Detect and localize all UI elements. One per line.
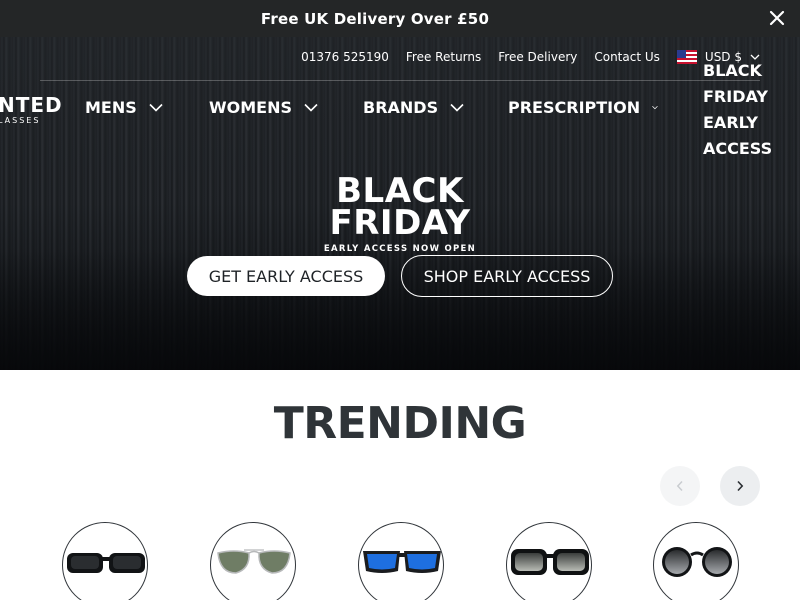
nav-item-black-friday[interactable]: BLACK FRIDAY EARLY ACCESS [703,58,798,162]
product-card[interactable] [62,522,148,600]
brand-logo[interactable]: NTED LASSES [0,95,63,125]
product-card[interactable] [506,522,592,600]
nav-label: BRANDS [363,98,439,117]
product-card[interactable] [210,522,296,600]
sunglasses-rectangular-black-icon [67,553,145,573]
announcement-bar: Free UK Delivery Over £50 [0,0,800,37]
free-returns-link[interactable]: Free Returns [406,50,481,64]
sunglasses-round-grey-icon [662,547,732,577]
shop-early-access-button[interactable]: SHOP EARLY ACCESS [401,255,613,297]
chevron-down-icon [149,103,163,112]
nav-label: WOMENS [209,98,293,117]
close-icon[interactable] [768,9,786,27]
free-delivery-link[interactable]: Free Delivery [498,50,577,64]
hero-banner: 01376 525190 Free Returns Free Delivery … [0,37,800,370]
chevron-left-icon [676,480,683,492]
carousel-prev-button[interactable] [660,466,700,506]
sunglasses-wrap-blue-icon [363,551,441,573]
trending-products [0,522,800,600]
get-early-access-button[interactable]: GET EARLY ACCESS [187,256,385,296]
nav-item-prescription[interactable]: PRESCRIPTION [508,98,658,117]
nav-item-brands[interactable]: BRANDS [363,98,508,117]
chevron-right-icon [737,480,744,492]
nav-item-mens[interactable]: MENS [85,98,209,117]
carousel-next-button[interactable] [720,466,760,506]
logo-tagline: LASSES [0,116,41,125]
hero-subtitle: EARLY ACCESS NOW OPEN [323,244,477,254]
black-friday-logo: BLACK FRIDAY EARLY ACCESS NOW OPEN [312,174,488,254]
us-flag-icon [676,50,697,64]
nav-label: MENS [85,98,137,117]
product-card[interactable] [653,522,739,600]
sunglasses-square-grey-icon [511,549,589,575]
utility-bar: 01376 525190 Free Returns Free Delivery … [301,50,760,64]
announcement-text: Free UK Delivery Over £50 [260,9,490,28]
hero-title-line2: FRIDAY [329,203,471,243]
chevron-down-icon [304,103,318,112]
contact-us-link[interactable]: Contact Us [594,50,660,64]
sunglasses-aviator-green-icon [217,549,291,574]
utility-divider [40,80,760,81]
logo-wordmark: NTED [0,93,63,117]
trending-heading: TRENDING [273,398,527,449]
chevron-down-icon [652,105,658,110]
product-card[interactable] [358,522,444,600]
phone-link[interactable]: 01376 525190 [301,50,389,64]
chevron-down-icon [450,103,464,112]
nav-item-womens[interactable]: WOMENS [209,98,363,117]
nav-label: PRESCRIPTION [508,98,641,117]
main-nav: MENS WOMENS BRANDS PRESCRIPTION [85,98,658,117]
